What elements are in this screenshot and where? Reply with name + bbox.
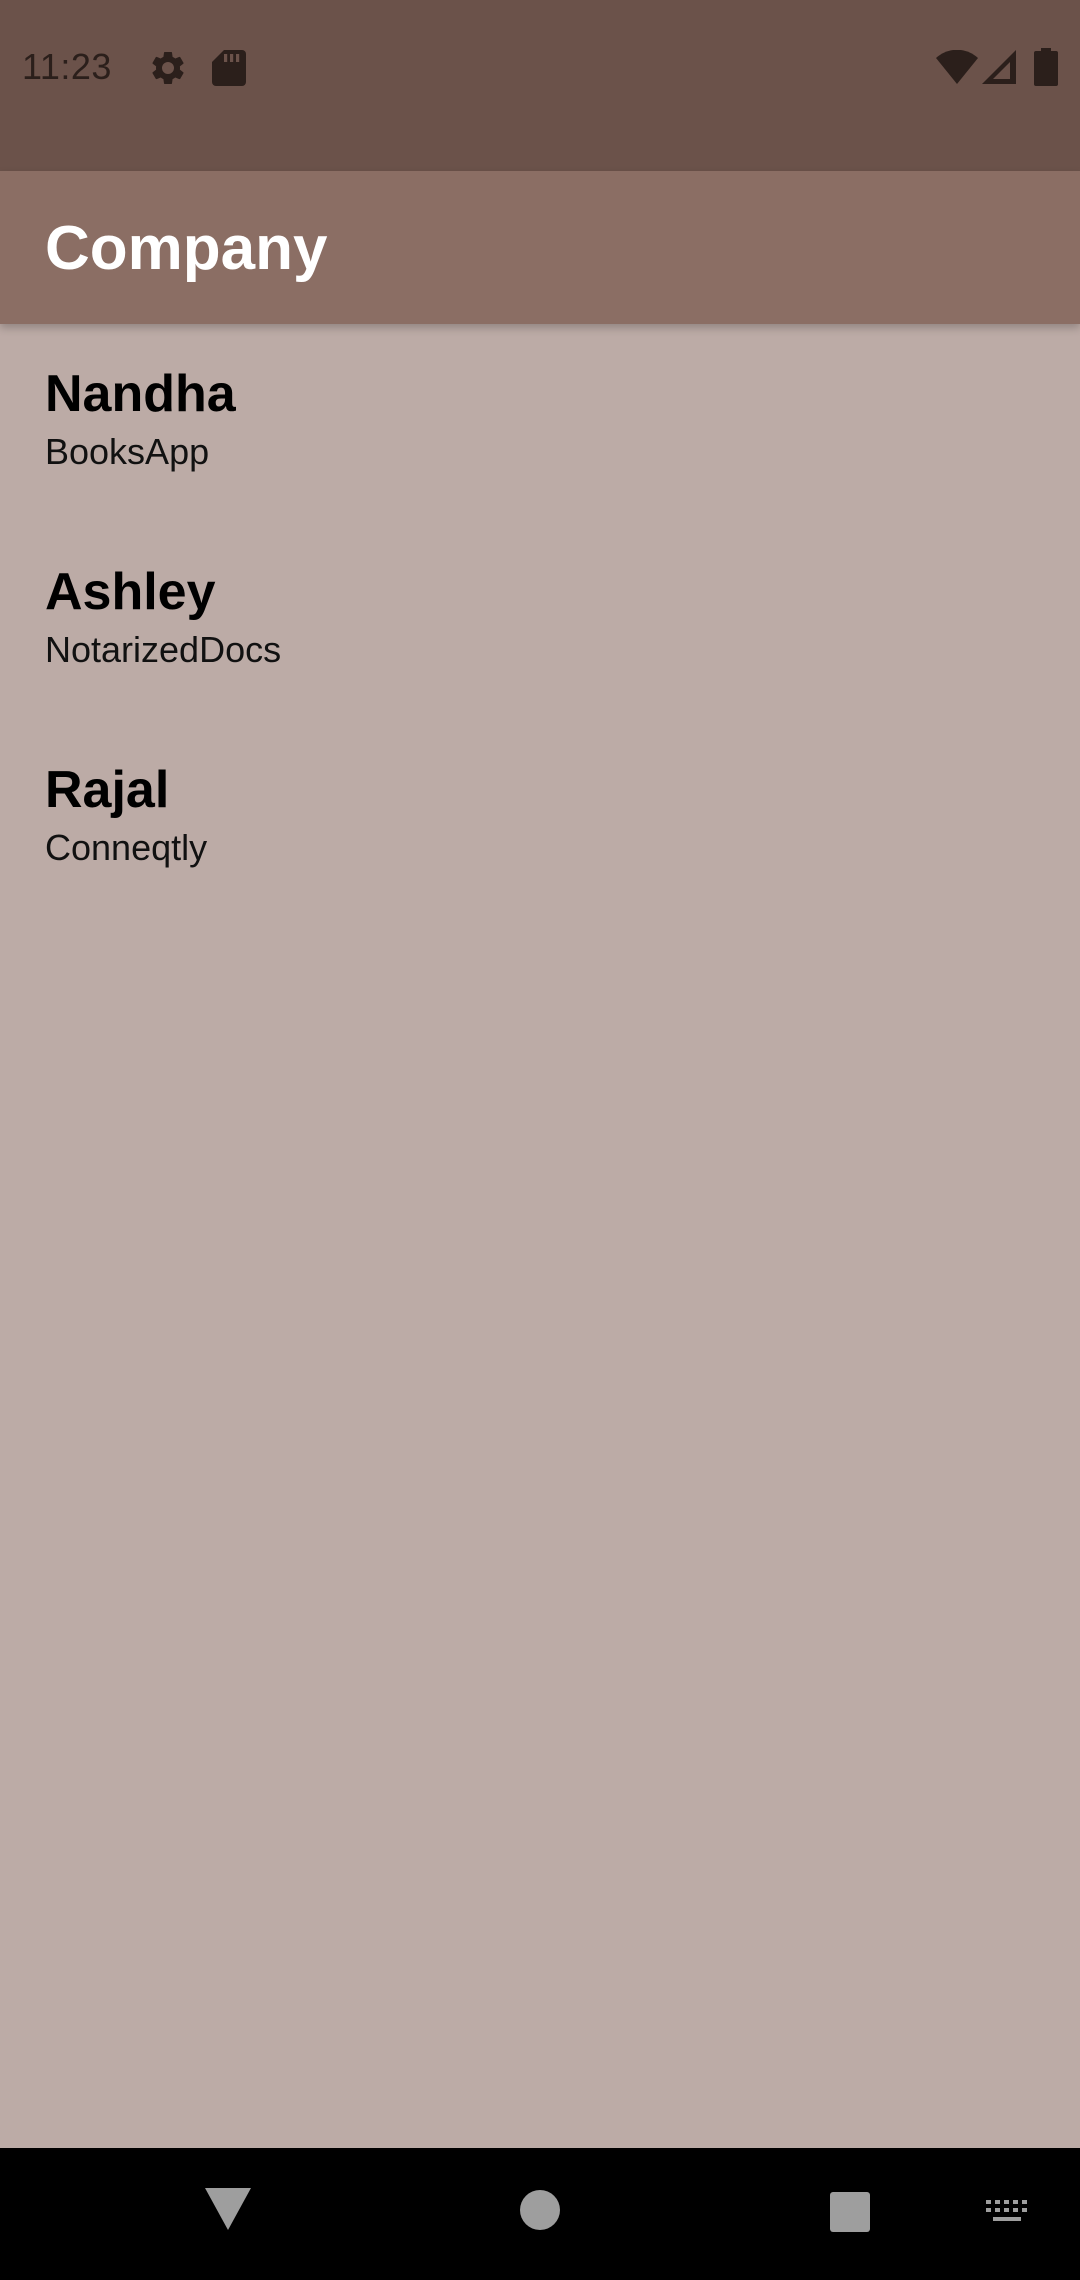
list-item[interactable]: Nandha BooksApp bbox=[0, 324, 1080, 522]
recents-icon[interactable] bbox=[830, 2192, 870, 2232]
company-list: Nandha BooksApp Ashley NotarizedDocs Raj… bbox=[0, 324, 1080, 2148]
company-name: NotarizedDocs bbox=[45, 629, 282, 670]
company-name: BooksApp bbox=[45, 431, 210, 472]
person-name: Rajal bbox=[45, 761, 170, 819]
gear-icon bbox=[152, 51, 184, 84]
person-name: Ashley bbox=[45, 563, 216, 621]
sd-card-icon bbox=[212, 50, 246, 86]
app-bar: Company bbox=[0, 171, 1080, 324]
navigation-bar bbox=[0, 2148, 1080, 2280]
status-bar: 11:23 bbox=[0, 0, 1080, 171]
list-item[interactable]: Ashley NotarizedDocs bbox=[0, 522, 1080, 720]
page-title: Company bbox=[45, 214, 328, 283]
home-icon[interactable] bbox=[520, 2190, 560, 2230]
battery-icon bbox=[1034, 48, 1058, 86]
wifi-icon bbox=[936, 50, 978, 84]
person-name: Nandha bbox=[45, 365, 236, 423]
keyboard-icon[interactable] bbox=[986, 2200, 1028, 2226]
company-name: Conneqtly bbox=[45, 827, 208, 868]
back-icon[interactable] bbox=[205, 2188, 251, 2230]
list-item[interactable]: Rajal Conneqtly bbox=[0, 720, 1080, 918]
signal-icon bbox=[982, 50, 1016, 84]
status-time: 11:23 bbox=[22, 46, 112, 87]
